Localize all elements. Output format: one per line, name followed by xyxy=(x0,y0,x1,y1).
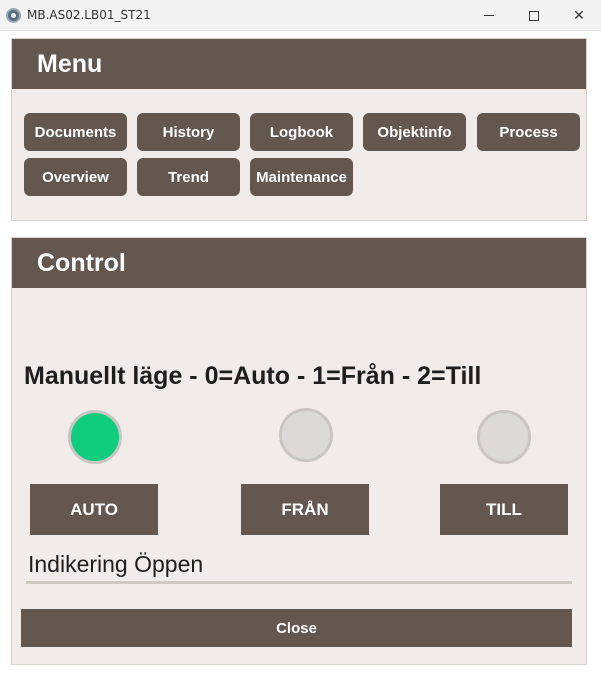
indication-underline xyxy=(26,581,572,584)
control-title: Control xyxy=(37,249,126,277)
fran-status-lamp xyxy=(279,408,333,462)
menu-title: Menu xyxy=(37,50,103,78)
maintenance-button[interactable]: Maintenance xyxy=(250,158,353,196)
indication-status: Indikering Öppen xyxy=(28,551,204,577)
app-gear-icon xyxy=(6,8,21,23)
control-header: Control xyxy=(12,238,586,288)
trend-button[interactable]: Trend xyxy=(137,158,240,196)
maximize-icon xyxy=(529,10,539,21)
overview-button[interactable]: Overview xyxy=(24,158,127,196)
minimize-icon xyxy=(484,15,494,16)
window-titlebar: MB.AS02.LB01_ST21 ✕ xyxy=(0,0,601,31)
close-icon: ✕ xyxy=(573,7,585,24)
history-button[interactable]: History xyxy=(137,113,240,151)
window-close-button[interactable]: ✕ xyxy=(556,0,601,31)
fran-button[interactable]: FRÅN xyxy=(241,484,369,535)
manual-mode-label: Manuellt läge - 0=Auto - 1=Från - 2=Till xyxy=(24,362,482,390)
menu-panel: Menu Documents History Logbook Objektinf… xyxy=(11,38,587,221)
till-button[interactable]: TILL xyxy=(440,484,568,535)
close-button[interactable]: Close xyxy=(21,609,572,647)
logbook-button[interactable]: Logbook xyxy=(250,113,353,151)
auto-button[interactable]: AUTO xyxy=(30,484,158,535)
process-button[interactable]: Process xyxy=(477,113,580,151)
documents-button[interactable]: Documents xyxy=(24,113,127,151)
auto-status-lamp xyxy=(68,410,122,464)
till-status-lamp xyxy=(477,410,531,464)
menu-header: Menu xyxy=(12,39,586,89)
window-title: MB.AS02.LB01_ST21 xyxy=(27,8,151,22)
control-panel: Control Manuellt läge - 0=Auto - 1=Från … xyxy=(11,237,587,665)
maximize-button[interactable] xyxy=(511,0,557,31)
objektinfo-button[interactable]: Objektinfo xyxy=(363,113,466,151)
minimize-button[interactable] xyxy=(466,0,512,31)
